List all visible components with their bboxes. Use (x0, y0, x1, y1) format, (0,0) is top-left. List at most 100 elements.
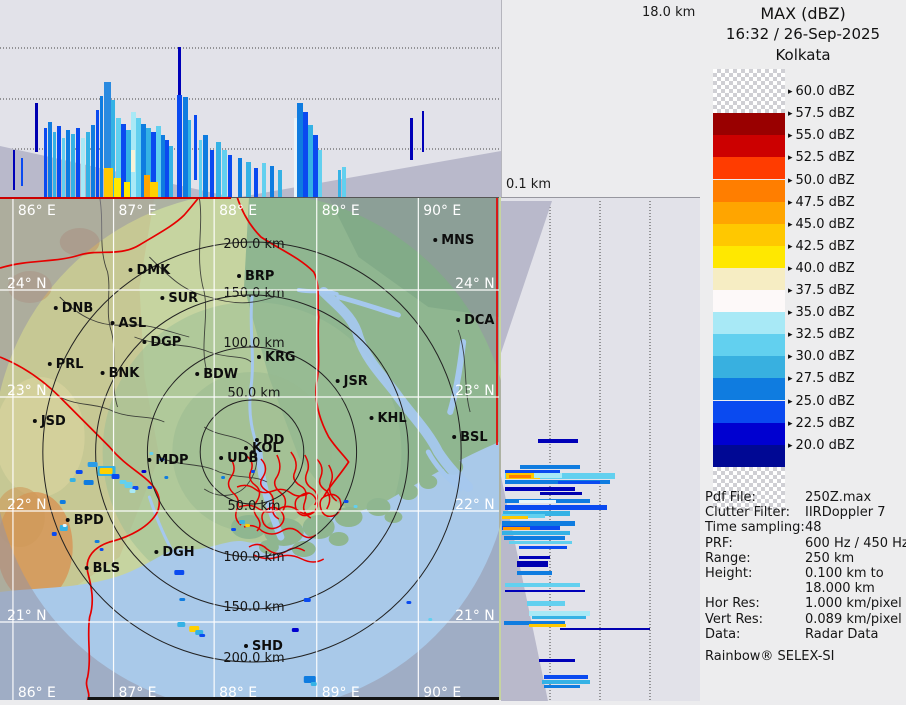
legend-boundary-label: ▸ 60.0 dBZ (788, 84, 855, 100)
legend-swatch (713, 334, 785, 357)
range-ring-label: 150.0 km (223, 286, 284, 301)
city-dot (84, 566, 89, 570)
legend-arrow-icon: ▸ (788, 418, 793, 429)
radar-map-canvas: 50.0 km 50.0 km 100.0 km 100.0 km 150.0 km 15… (0, 192, 511, 705)
legend-boundary-label: ▸ 40.0 dBZ (788, 260, 855, 276)
legend-swatch (713, 356, 785, 379)
beam-blockage-wedge-top (501, 201, 552, 353)
legend-boundary-label: ▸ 35.0 dBZ (788, 305, 855, 321)
north-south-height-profile-panel[interactable] (501, 197, 700, 701)
metadata-row: Range: 250 km (705, 550, 855, 566)
latitude-label: 24° N (455, 276, 495, 292)
legend-arrow-icon: ▸ (788, 153, 793, 164)
legend-and-info-column: MAX (dBZ) 16:32 / 26-Sep-2025 Kolkata ▸ 6… (700, 0, 906, 700)
city-dot (142, 340, 147, 344)
map-top-border-red-segment (0, 197, 232, 199)
city-label: BNK (109, 366, 141, 381)
city-dot (452, 435, 457, 439)
range-ring-label: 150.0 km (223, 600, 284, 615)
legend-boundary-label: ▸ 30.0 dBZ (788, 349, 855, 365)
city-dot (65, 518, 70, 522)
software-brand: Rainbow® SELEX-SI (705, 649, 835, 665)
legend-boundary-label: ▸ 20.0 dBZ (788, 437, 855, 453)
radar-site-name: Kolkata (775, 46, 831, 64)
longitude-label: 90° E (423, 203, 461, 219)
legend-swatch (713, 179, 785, 202)
legend-arrow-icon: ▸ (788, 330, 793, 341)
legend-arrow-icon: ▸ (788, 241, 793, 252)
height-axis-max-label: 18.0 km (642, 5, 696, 20)
city-dot (433, 238, 438, 242)
latitude-label: 23° N (455, 383, 495, 399)
legend-boundary-label: ▸ 42.5 dBZ (788, 238, 855, 254)
longitude-label: 87° E (119, 203, 157, 219)
longitude-label: 86° E (18, 685, 56, 700)
city-label: BDW (203, 367, 238, 382)
latitude-label: 23° N (7, 383, 47, 399)
metadata-row: PRF: 600 Hz / 450 Hz (705, 535, 906, 551)
legend-swatch (713, 444, 785, 467)
metadata-row: Time sampling: 48 (705, 520, 822, 536)
longitude-label: 86° E (18, 203, 56, 219)
product-metadata: Pdf File: 250Z.max Clutter Filter: IIRDoppl… (705, 490, 906, 665)
height-gridlines (0, 47, 501, 150)
east-west-height-profile-panel[interactable] (0, 0, 502, 197)
city-dot (244, 446, 249, 450)
city-dot (100, 371, 105, 375)
metadata-row: Height: 0.100 km to (705, 566, 884, 582)
legend-arrow-icon: ▸ (788, 219, 793, 230)
city-label: BLS (93, 561, 120, 576)
city-dot (128, 268, 133, 272)
legend-boundary-label: ▸ 32.5 dBZ (788, 327, 855, 343)
legend-arrow-icon: ▸ (788, 440, 793, 451)
longitude-label: 88° E (219, 203, 257, 219)
legend-swatch (713, 378, 785, 401)
product-title: MAX (dBZ) (760, 4, 846, 23)
city-label: MNS (441, 233, 474, 248)
product-datetime: 16:32 / 26-Sep-2025 (725, 25, 881, 43)
legend-arrow-icon: ▸ (788, 175, 793, 186)
legend-swatch (713, 245, 785, 268)
legend-boundary-label: ▸ 45.0 dBZ (788, 216, 855, 232)
metadata-row: Data: Radar Data (705, 626, 879, 642)
legend-arrow-icon: ▸ (788, 131, 793, 142)
radar-ppi-map-panel[interactable]: 50.0 km 50.0 km 100.0 km 100.0 km 150.0 km 15… (0, 192, 511, 705)
legend-arrow-icon: ▸ (788, 352, 793, 363)
city-dot (195, 372, 200, 376)
legend-swatch (713, 135, 785, 158)
reflectivity-profile-bars (13, 47, 424, 197)
height-axis-min-label: 0.1 km (506, 177, 551, 192)
city-label: SUR (168, 291, 198, 306)
city-dot (335, 379, 340, 383)
city-label: BSL (460, 430, 487, 445)
range-ring-label: 100.0 km (223, 550, 284, 565)
legend-arrow-icon: ▸ (788, 396, 793, 407)
legend-boundary-label: ▸ 55.0 dBZ (788, 128, 855, 144)
legend-swatch (713, 400, 785, 423)
metadata-row: Pdf File: 250Z.max (705, 490, 872, 505)
city-label: DGP (150, 335, 181, 350)
city-label: JSD (40, 414, 66, 429)
city-label: DMK (136, 263, 171, 278)
city-dot (237, 274, 242, 278)
metadata-row: Hor Res: 1.000 km/pixel (705, 596, 902, 612)
legend-boundary-label: ▸ 52.5 dBZ (788, 150, 855, 166)
city-label: ASL (119, 316, 147, 331)
city-dot (147, 458, 152, 462)
legend-arrow-icon: ▸ (788, 374, 793, 385)
city-label: KHL (377, 411, 406, 426)
city-label: DCA (464, 313, 494, 328)
legend-arrow-icon: ▸ (788, 308, 793, 319)
longitude-label: 89° E (322, 203, 360, 219)
legend-swatch (713, 69, 785, 114)
city-dot (53, 306, 58, 310)
city-label: BPD (74, 513, 104, 528)
metadata-row: Vert Res: 0.089 km/pixel (705, 611, 902, 627)
east-west-profile-canvas (0, 47, 501, 197)
legend-arrow-icon: ▸ (788, 87, 793, 98)
legend-arrow-icon: ▸ (788, 286, 793, 296)
city-dot (154, 550, 159, 554)
city-dot (456, 318, 461, 322)
city-label: KRG (265, 350, 296, 365)
range-ring-label: 100.0 km (223, 336, 284, 351)
